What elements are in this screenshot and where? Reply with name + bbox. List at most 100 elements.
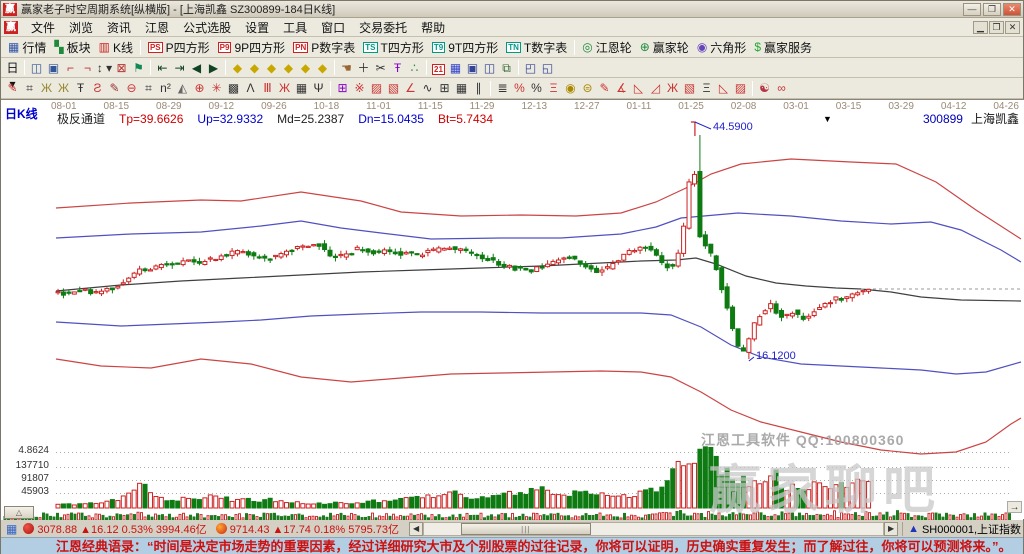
bars-red-icon[interactable]: Ⅲ: [259, 80, 276, 96]
volume-expand-button[interactable]: △: [4, 506, 34, 519]
diamond-h-icon[interactable]: ◆: [263, 60, 280, 76]
wave-tool-icon[interactable]: ∿: [419, 80, 436, 96]
prev-bar-icon[interactable]: ◀: [188, 60, 205, 76]
wave-count-icon[interactable]: Λ: [242, 80, 259, 96]
window-frame-2-icon[interactable]: ▣: [45, 60, 62, 76]
t-table-button[interactable]: TN T数字表: [502, 39, 571, 56]
draw-extend-icon[interactable]: ✎: [596, 80, 613, 96]
9p-square-button[interactable]: P9 9P四方形: [214, 39, 289, 56]
yin-yang-icon[interactable]: ☯: [756, 80, 773, 96]
calculator-icon[interactable]: ▦: [447, 60, 464, 76]
winner-wheel-button[interactable]: ⊕ 赢家轮: [636, 39, 693, 56]
infinity-icon[interactable]: ∞: [773, 80, 790, 96]
period-day-selector-icon[interactable]: 日 ▾: [4, 60, 21, 91]
menu-item-1[interactable]: 浏览: [62, 17, 100, 38]
period-label[interactable]: 日K线: [5, 105, 38, 122]
diamond-left-icon[interactable]: ◆: [229, 60, 246, 76]
t-square-button[interactable]: TS T四方形: [359, 39, 428, 56]
mdi-restore-button[interactable]: ❐: [989, 20, 1004, 34]
title-bar[interactable]: 赢 赢家老子时空周期系统[纵横版] - [上海凯鑫 SZ300899-184日K…: [1, 1, 1023, 18]
measure-icon[interactable]: ✂: [372, 60, 389, 76]
percent-red-icon[interactable]: %: [511, 80, 528, 96]
current-symbol-panel[interactable]: ▲ SH000001,上证指数: [902, 521, 1021, 536]
tri-left-icon[interactable]: ◺: [630, 80, 647, 96]
window-frame-1-icon[interactable]: ◫: [28, 60, 45, 76]
diamond-right-icon[interactable]: ◆: [246, 60, 263, 76]
web-red-icon[interactable]: Ж: [276, 80, 293, 96]
t-tool-icon[interactable]: Ŧ: [389, 60, 406, 76]
winner-service-button[interactable]: $ 赢家服务: [750, 39, 816, 56]
stairs-down-icon[interactable]: ¬: [79, 60, 96, 76]
hand-tool-icon[interactable]: ☚: [338, 60, 355, 76]
scrollbar-thumb[interactable]: |||: [460, 522, 591, 535]
menu-item-4[interactable]: 公式选股: [176, 17, 238, 38]
stock-label[interactable]: 300899 上海凯鑫: [923, 110, 1019, 127]
fork-icon[interactable]: Ψ: [310, 80, 327, 96]
p-square-button[interactable]: PS P四方形: [144, 39, 214, 56]
gann-fan-icon[interactable]: ※: [351, 80, 368, 96]
diamond-in-icon[interactable]: ◆: [297, 60, 314, 76]
quotes-button[interactable]: ▦ 行情: [4, 39, 50, 56]
sh-index-quote[interactable]: 3078.88 ▲16.12 0.53% 3994.46亿: [37, 521, 206, 537]
shade-4-icon[interactable]: ▨: [732, 80, 749, 96]
gann-grid-1-icon[interactable]: Ж: [38, 80, 55, 96]
angle-tool-icon[interactable]: ∠: [402, 80, 419, 96]
square-grid-icon[interactable]: ▦: [453, 80, 470, 96]
pen-icon[interactable]: ✎: [4, 80, 21, 96]
gold-circle-1-icon[interactable]: ◉: [562, 80, 579, 96]
grid-2-icon[interactable]: ⌗: [140, 80, 157, 96]
hexagon-button[interactable]: ◉ 六角形: [693, 39, 751, 56]
t-line-icon[interactable]: Ŧ: [72, 80, 89, 96]
window-plus-icon[interactable]: ⊞: [334, 80, 351, 96]
sz-index-quote[interactable]: 9714.43 ▲17.74 0.18% 5795.73亿: [230, 521, 399, 537]
scrollbar-right-arrow[interactable]: ▶: [884, 521, 899, 536]
scale-selector-icon[interactable]: ↕ ▾: [96, 60, 113, 76]
spiral-icon[interactable]: Ƨ: [89, 80, 106, 96]
star-burst-icon[interactable]: ✳: [208, 80, 225, 96]
tri-right-icon[interactable]: ◿: [647, 80, 664, 96]
shade-box-2-icon[interactable]: ▧: [385, 80, 402, 96]
hatch-box-icon[interactable]: ▩: [225, 80, 242, 96]
network-icon[interactable]: ⧉: [498, 60, 515, 76]
stairs-up-icon[interactable]: ⌐: [62, 60, 79, 76]
angle-a-icon[interactable]: ◭: [174, 80, 191, 96]
gann-grid-2-icon[interactable]: Ж: [55, 80, 72, 96]
grid-icon[interactable]: ▦: [6, 522, 17, 536]
scrollbar-left-arrow[interactable]: ◀: [409, 521, 424, 536]
hist-tool-icon[interactable]: ≣: [494, 80, 511, 96]
next-bar-icon[interactable]: ▶: [205, 60, 222, 76]
chart-scroll-right-button[interactable]: →: [1007, 501, 1022, 513]
horizontal-scrollbar[interactable]: ◀ ||| ▶: [409, 521, 899, 536]
fib-levels-icon[interactable]: Ξ: [545, 80, 562, 96]
menu-item-2[interactable]: 资讯: [100, 17, 138, 38]
tri-small-icon[interactable]: ◺: [715, 80, 732, 96]
percent-black-icon[interactable]: %: [528, 80, 545, 96]
mdi-minimize-button[interactable]: ▁: [973, 20, 988, 34]
menu-item-7[interactable]: 窗口: [314, 17, 352, 38]
steps-tool-icon[interactable]: ∴: [406, 60, 423, 76]
circle-cross-icon[interactable]: ⊕: [191, 80, 208, 96]
indicator-name[interactable]: 极反通道: [57, 112, 105, 126]
fib-black-icon[interactable]: Ξ: [698, 80, 715, 96]
box-grid-icon[interactable]: ▦: [293, 80, 310, 96]
menu-item-8[interactable]: 交易委托: [352, 17, 414, 38]
close-button[interactable]: ✕: [1003, 2, 1021, 16]
menu-item-3[interactable]: 江恩: [138, 17, 176, 38]
restore-button[interactable]: ❐: [983, 2, 1001, 16]
calendar-21-icon[interactable]: 21: [430, 60, 447, 76]
menu-item-9[interactable]: 帮助: [414, 17, 452, 38]
menu-item-5[interactable]: 设置: [238, 17, 276, 38]
diamond-out-icon[interactable]: ◆: [314, 60, 331, 76]
minimize-button[interactable]: —: [963, 2, 981, 16]
circle-cycle-icon[interactable]: ⊖: [123, 80, 140, 96]
gold-circle-2-icon[interactable]: ⊜: [579, 80, 596, 96]
diamond-v-icon[interactable]: ◆: [280, 60, 297, 76]
remote-1-icon[interactable]: ◰: [522, 60, 539, 76]
save-icon[interactable]: ▣: [464, 60, 481, 76]
mdi-close-button[interactable]: ✕: [1005, 20, 1020, 34]
p-table-button[interactable]: PN P数字表: [289, 39, 359, 56]
save-as-icon[interactable]: ◫: [481, 60, 498, 76]
n-square-icon[interactable]: n²: [157, 80, 174, 96]
menu-item-6[interactable]: 工具: [276, 17, 314, 38]
jump-first-icon[interactable]: ⇤: [154, 60, 171, 76]
